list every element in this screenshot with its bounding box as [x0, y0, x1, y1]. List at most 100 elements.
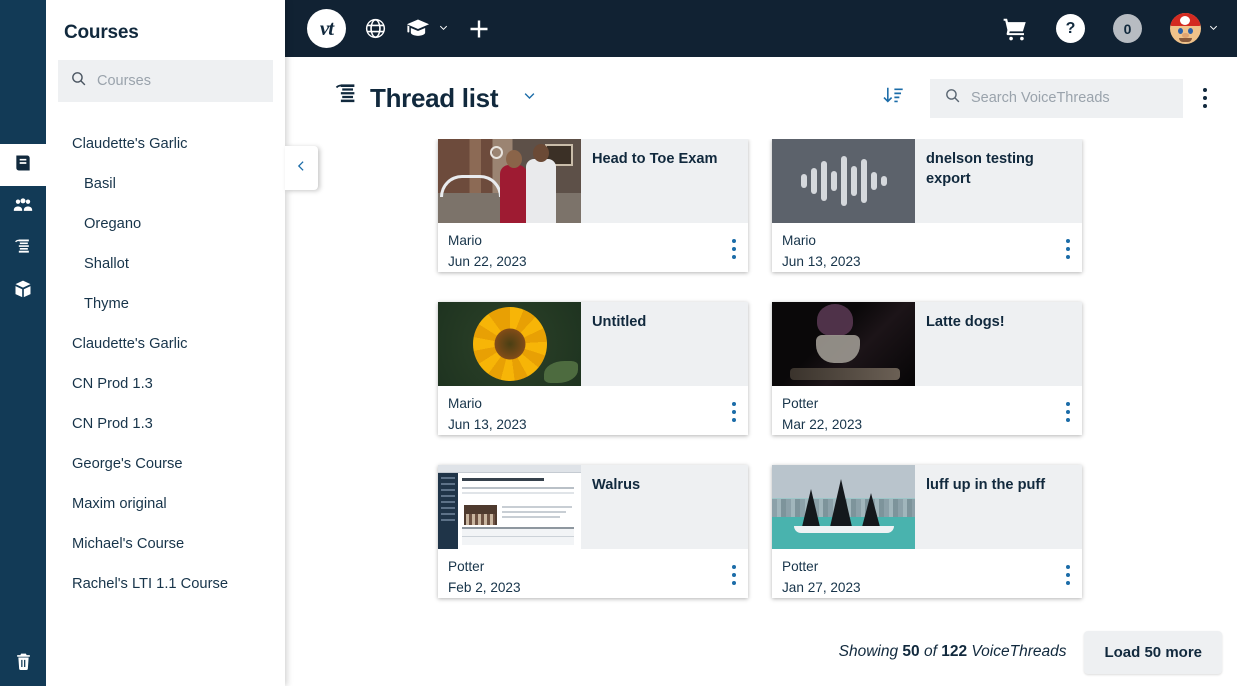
course-item[interactable]: George's Course — [46, 444, 285, 484]
courses-search[interactable] — [58, 60, 273, 102]
vt-logo[interactable]: vt — [307, 9, 346, 48]
thread-list-header: Thread list — [285, 57, 1237, 139]
sort-descending-icon — [883, 85, 904, 111]
total-count: 122 — [941, 643, 968, 660]
course-item[interactable]: Claudette's Garlic — [46, 124, 285, 164]
thread-author: Potter — [782, 559, 819, 574]
course-sub-item[interactable]: Shallot — [46, 244, 285, 284]
box-icon — [13, 279, 33, 304]
plus-icon[interactable] — [467, 17, 491, 41]
course-list: Claudette's Garlic Basil Oregano Shallot Thy… — [46, 124, 285, 604]
course-sub-item[interactable]: Oregano — [46, 204, 285, 244]
kebab-dot — [732, 247, 736, 251]
thread-author: Mario — [448, 396, 482, 411]
top-navigation-bar: vt ? 0 — [285, 0, 1237, 57]
header-overflow-menu[interactable] — [1203, 88, 1207, 108]
rail-item-threads[interactable] — [0, 228, 46, 270]
book-icon — [13, 153, 33, 178]
rail-item-archive[interactable] — [0, 270, 46, 312]
thread-overflow-menu[interactable] — [732, 394, 736, 422]
thread-card-top: Untitled — [438, 302, 748, 386]
thread-author: Potter — [782, 396, 819, 411]
load-more-button[interactable]: Load 50 more — [1084, 630, 1222, 674]
thread-meta: Mario Jun 13, 2023 — [448, 394, 527, 436]
course-item[interactable]: CN Prod 1.3 — [46, 364, 285, 404]
kebab-dot — [1066, 565, 1070, 569]
thread-overflow-menu[interactable] — [732, 557, 736, 585]
course-item[interactable]: Rachel's LTI 1.1 Course — [46, 564, 285, 604]
help-icon[interactable]: ? — [1056, 14, 1085, 43]
rail-item-trash[interactable] — [0, 642, 46, 686]
search-icon — [70, 70, 87, 92]
courses-search-input[interactable] — [97, 73, 261, 89]
account-menu[interactable] — [1170, 13, 1219, 44]
rail-icon-group — [0, 144, 46, 312]
sort-button[interactable] — [883, 85, 904, 111]
kebab-dot — [732, 255, 736, 259]
thread-overflow-menu[interactable] — [1066, 231, 1070, 259]
notification-badge[interactable]: 0 — [1113, 14, 1142, 43]
globe-icon[interactable] — [364, 17, 387, 40]
thread-card-top: Walrus — [438, 465, 748, 549]
thread-card[interactable]: Latte dogs! Potter Mar 22, 2023 — [772, 302, 1082, 435]
kebab-dot — [1066, 402, 1070, 406]
course-sub-item[interactable]: Basil — [46, 164, 285, 204]
thread-card-footer: Potter Feb 2, 2023 — [438, 549, 748, 598]
course-item[interactable]: CN Prod 1.3 — [46, 404, 285, 444]
chevron-left-icon — [295, 158, 308, 179]
graduation-cap-icon[interactable] — [405, 16, 449, 42]
thread-card[interactable]: luff up in the puff Potter Jan 27, 2023 — [772, 465, 1082, 598]
thread-meta: Mario Jun 13, 2023 — [782, 231, 861, 273]
cart-icon[interactable] — [1002, 16, 1028, 42]
kebab-dot — [1066, 410, 1070, 414]
avatar — [1170, 13, 1201, 44]
kebab-dot — [732, 573, 736, 577]
thread-author: Mario — [782, 233, 816, 248]
thread-thumbnail — [772, 139, 915, 223]
thread-card[interactable]: Head to Toe Exam Mario Jun 22, 2023 — [438, 139, 748, 272]
thread-date: Jun 22, 2023 — [448, 253, 527, 269]
thread-card-top: luff up in the puff — [772, 465, 1082, 549]
course-item[interactable]: Michael's Course — [46, 524, 285, 564]
thread-spool-icon — [13, 237, 33, 262]
kebab-dot — [732, 410, 736, 414]
thread-title: Walrus — [592, 477, 641, 493]
thread-card[interactable]: Untitled Mario Jun 13, 2023 — [438, 302, 748, 435]
thread-overflow-menu[interactable] — [1066, 557, 1070, 585]
rail-item-groups[interactable] — [0, 186, 46, 228]
thread-card[interactable]: Walrus Potter Feb 2, 2023 — [438, 465, 748, 598]
thread-date: Jun 13, 2023 — [782, 253, 861, 269]
voicethread-search-input[interactable] — [971, 90, 1169, 106]
thread-title: Head to Toe Exam — [592, 151, 718, 167]
kebab-dot — [1066, 581, 1070, 585]
thread-meta: Potter Mar 22, 2023 — [782, 394, 862, 436]
kebab-menu-icon — [1203, 88, 1207, 108]
thread-title: dnelson testing export — [926, 151, 1034, 188]
thread-title: luff up in the puff — [926, 477, 1046, 493]
rail-item-courses[interactable] — [0, 144, 46, 186]
course-item[interactable]: Claudette's Garlic — [46, 324, 285, 364]
showing-prefix: Showing — [838, 643, 899, 660]
thread-author: Potter — [448, 559, 485, 574]
courses-panel: Courses Claudette's GarlicBasilOreganoSh… — [46, 0, 285, 686]
sidebar-collapse-button[interactable] — [285, 146, 318, 190]
thread-card-top: Latte dogs! — [772, 302, 1082, 386]
thread-card-grid: Head to Toe Exam Mario Jun 22, 2023 dnelson… — [285, 139, 1237, 686]
voicethread-search[interactable] — [930, 78, 1183, 118]
kebab-dot — [1066, 247, 1070, 251]
thread-thumbnail — [438, 465, 581, 549]
thread-thumbnail — [438, 139, 581, 223]
thread-overflow-menu[interactable] — [1066, 394, 1070, 422]
course-item[interactable]: Maxim original — [46, 484, 285, 524]
thread-spool-icon — [333, 81, 360, 115]
chevron-down-icon — [1208, 20, 1219, 38]
thread-card[interactable]: dnelson testing export Mario Jun 13, 2023 — [772, 139, 1082, 272]
thread-thumbnail — [772, 465, 915, 549]
main-content: Thread list Search VoiceThreads Head to … — [285, 57, 1237, 686]
course-sub-item[interactable]: Thyme — [46, 284, 285, 324]
thread-list-dropdown[interactable] — [522, 88, 537, 108]
kebab-dot — [732, 418, 736, 422]
showing-suffix: VoiceThreads — [971, 643, 1067, 660]
thread-title: Latte dogs! — [926, 314, 1005, 330]
thread-overflow-menu[interactable] — [732, 231, 736, 259]
